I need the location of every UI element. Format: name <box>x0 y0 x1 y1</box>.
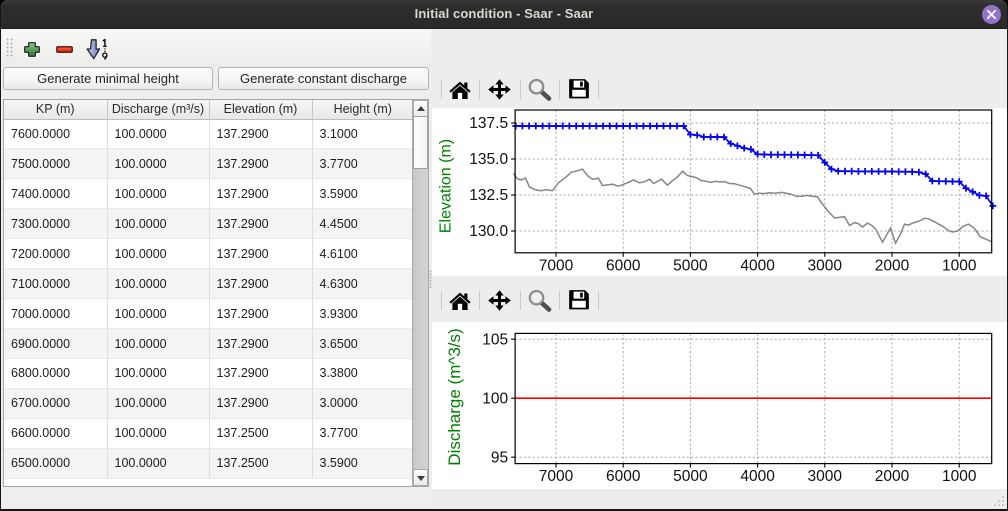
svg-text:1000: 1000 <box>941 257 976 274</box>
svg-text:1000: 1000 <box>941 468 976 485</box>
svg-text:100: 100 <box>482 390 508 407</box>
svg-text:Elevation (m): Elevation (m) <box>437 139 454 233</box>
svg-text:4000: 4000 <box>740 468 775 485</box>
svg-text:Discharge (m^3/s): Discharge (m^3/s) <box>445 328 464 465</box>
svg-text:137.5: 137.5 <box>469 115 508 132</box>
svg-text:5000: 5000 <box>673 257 708 274</box>
svg-text:130.0: 130.0 <box>469 223 508 240</box>
svg-text:7000: 7000 <box>538 468 573 485</box>
svg-text:135.0: 135.0 <box>469 151 508 168</box>
svg-text:6000: 6000 <box>605 468 640 485</box>
svg-text:6000: 6000 <box>605 257 640 274</box>
svg-text:132.5: 132.5 <box>469 187 508 204</box>
svg-text:5000: 5000 <box>673 468 708 485</box>
svg-text:4000: 4000 <box>740 257 775 274</box>
svg-text:105: 105 <box>482 331 508 348</box>
svg-text:7000: 7000 <box>538 257 573 274</box>
svg-text:2000: 2000 <box>874 468 909 485</box>
svg-text:3000: 3000 <box>807 257 842 274</box>
svg-text:95: 95 <box>490 449 507 466</box>
svg-text:3000: 3000 <box>807 468 842 485</box>
svg-text:2000: 2000 <box>874 257 909 274</box>
